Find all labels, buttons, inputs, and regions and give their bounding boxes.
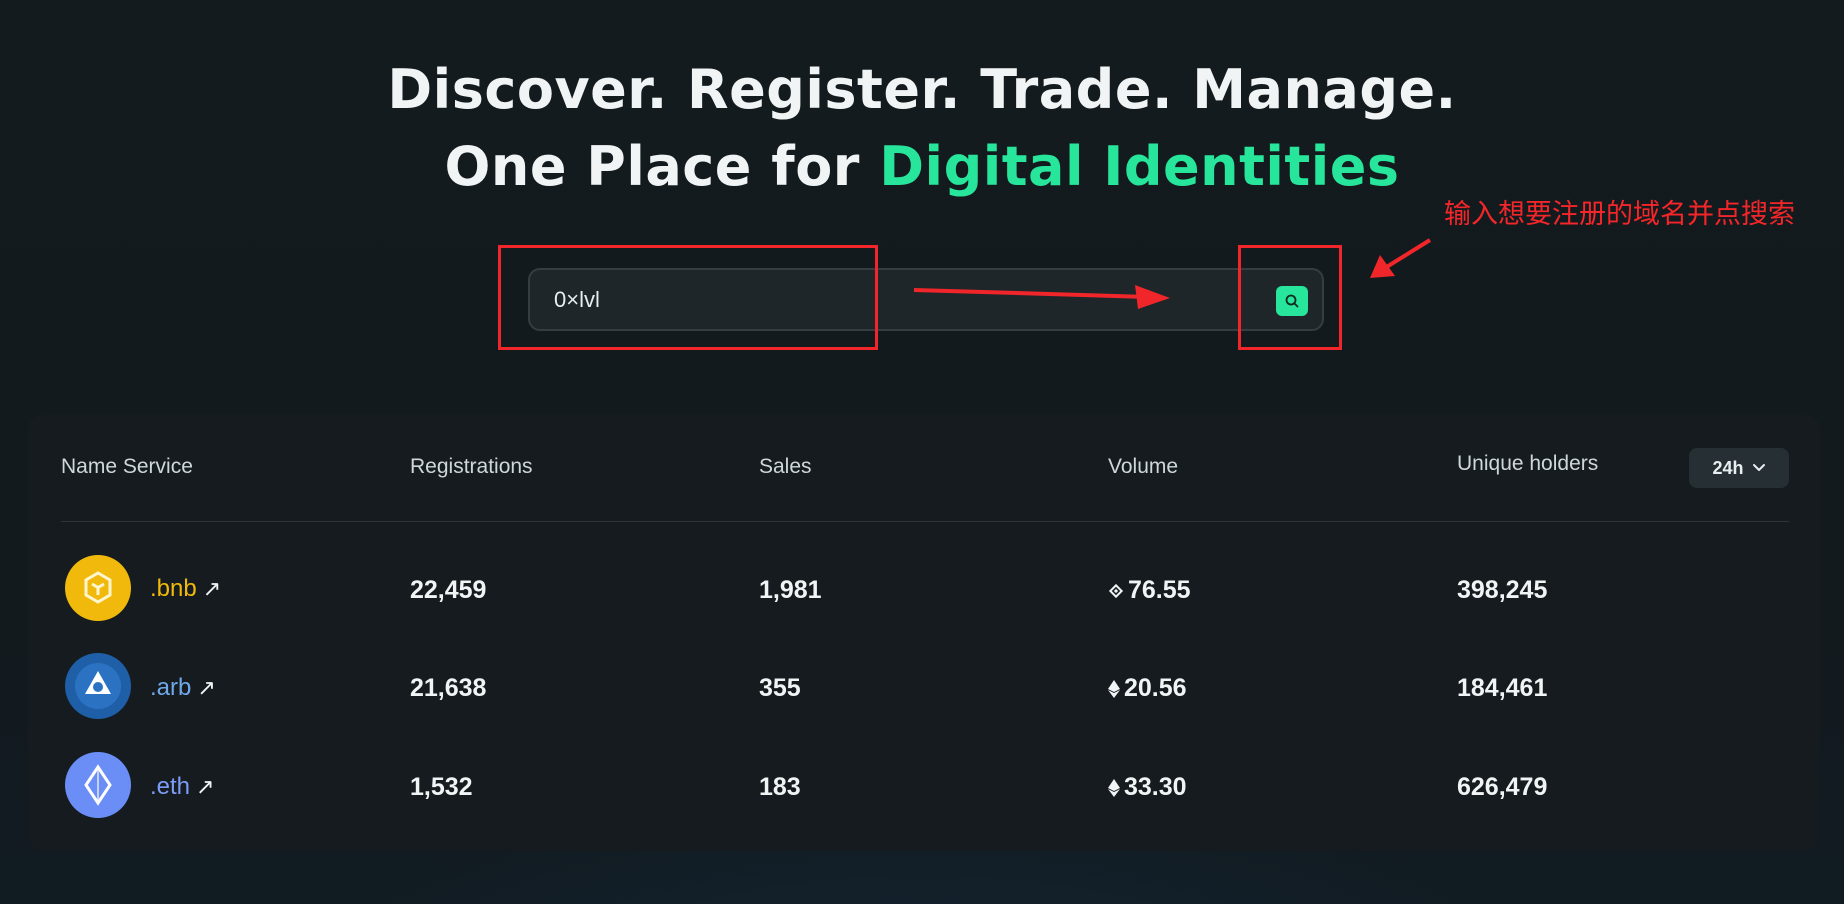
- name-service-label: .bnb: [150, 575, 197, 602]
- name-service-label: .eth: [150, 773, 191, 800]
- period-select[interactable]: 24h: [1689, 448, 1789, 488]
- column-header-volume: Volume: [1108, 455, 1179, 478]
- table-header-divider: [61, 521, 1789, 522]
- annotation-text: 输入想要注册的域名并点搜索: [1444, 199, 1795, 230]
- name-service-table: [28, 415, 1820, 851]
- hero-title-prefix: One Place for: [444, 135, 880, 198]
- chevron-down-icon: [1752, 464, 1765, 471]
- volume-value: 33.30: [1108, 773, 1187, 802]
- bnb-diamond-icon: [1108, 583, 1124, 598]
- volume-value: 76.55: [1108, 576, 1191, 605]
- name-service-label: .arb: [150, 674, 192, 701]
- eth-icon: [1108, 778, 1120, 797]
- list-item-name-arb[interactable]: .arb ↗: [150, 674, 216, 702]
- search-box: [528, 268, 1324, 331]
- list-item-name-bnb[interactable]: .bnb ↗: [150, 575, 221, 603]
- period-select-label: 24h: [1712, 457, 1744, 478]
- unique-holders-value: 398,245: [1457, 576, 1548, 604]
- search-input[interactable]: [554, 282, 1134, 318]
- annotation-arrow-diagonal: [1383, 238, 1432, 270]
- external-link-icon: ↗: [202, 576, 222, 601]
- registrations-value: 21,638: [410, 674, 487, 702]
- sales-value: 1,981: [759, 576, 822, 604]
- registrations-value: 22,459: [410, 576, 487, 604]
- hero-title-line-1: Discover. Register. Trade. Manage.: [387, 58, 1457, 121]
- external-link-icon: ↗: [196, 774, 215, 799]
- hero-title-line-2: One Place for Digital Identities: [0, 135, 1844, 198]
- volume-amount: 76.55: [1128, 576, 1191, 604]
- sales-value: 183: [759, 773, 801, 801]
- column-header-sales: Sales: [759, 455, 812, 478]
- unique-holders-value: 184,461: [1457, 674, 1548, 702]
- sales-value: 355: [759, 674, 801, 702]
- volume-value: 20.56: [1108, 674, 1187, 703]
- arb-logo-icon: [65, 653, 131, 719]
- annotation-arrow-diagonal-head: [1370, 255, 1395, 278]
- external-link-icon: ↗: [197, 675, 216, 700]
- search-button[interactable]: [1276, 286, 1308, 316]
- bnb-logo-icon: [65, 555, 131, 621]
- eth-icon: [1108, 679, 1120, 698]
- column-header-registrations: Registrations: [410, 455, 533, 478]
- list-item-name-eth[interactable]: .eth ↗: [150, 773, 214, 801]
- eth-logo-icon: [65, 752, 131, 818]
- hero-title-accent: Digital Identities: [879, 135, 1400, 198]
- unique-holders-value: 626,479: [1457, 773, 1548, 801]
- volume-amount: 33.30: [1124, 773, 1187, 801]
- volume-amount: 20.56: [1124, 674, 1187, 702]
- column-header-name-service: Name Service: [61, 455, 193, 478]
- registrations-value: 1,532: [410, 773, 473, 801]
- search-icon: [1285, 294, 1299, 308]
- column-header-unique-holders: Unique holders: [1457, 452, 1599, 475]
